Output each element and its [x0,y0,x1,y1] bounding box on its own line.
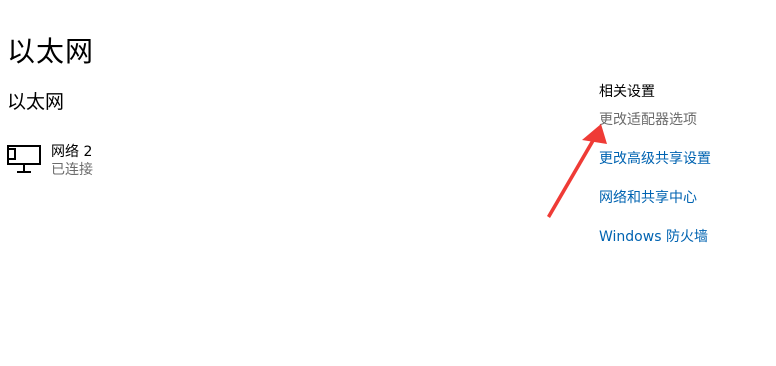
network-name: 网络 2 [51,144,93,160]
advanced-sharing-settings-link[interactable]: 更改高级共享设置 [599,149,769,169]
change-adapter-options-link[interactable]: 更改适配器选项 [599,110,769,130]
related-settings-title: 相关设置 [599,84,655,100]
network-status: 已连接 [51,162,93,178]
network-connection-item[interactable]: 网络 2 已连接 [6,143,206,183]
section-title: 以太网 [7,91,65,113]
network-monitor-icon [7,145,41,173]
windows-firewall-link[interactable]: Windows 防火墙 [599,227,769,247]
page-title: 以太网 [7,35,95,68]
settings-page: 以太网 以太网 网络 2 已连接 相关设置 更改适配器选项 更改高级共享设置 网… [0,0,776,366]
network-sharing-center-link[interactable]: 网络和共享中心 [599,188,769,208]
related-settings: 相关设置 更改适配器选项 更改高级共享设置 网络和共享中心 Windows 防火… [599,82,769,266]
